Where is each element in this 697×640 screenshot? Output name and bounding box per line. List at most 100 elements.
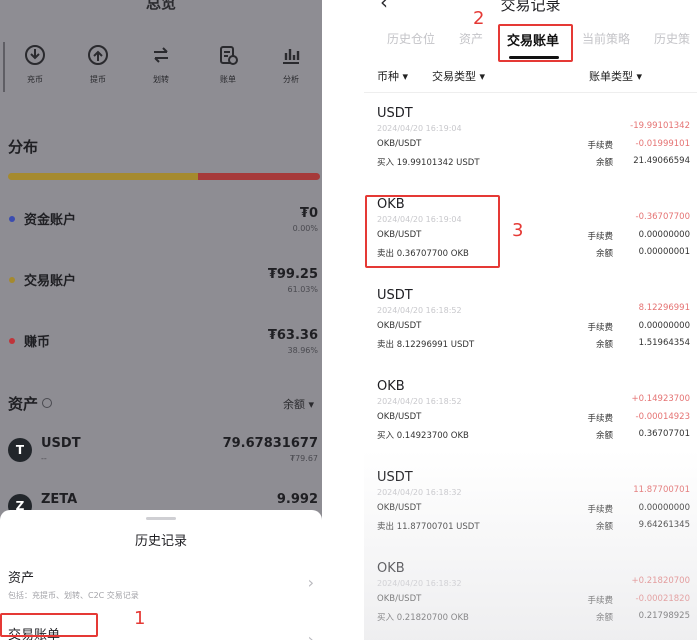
tab-position-history[interactable]: 历史仓位 bbox=[387, 30, 435, 47]
account-percent: 61.03% bbox=[287, 285, 318, 294]
tx-fee-label: 手续费 bbox=[587, 596, 613, 606]
distribution-segment-earn bbox=[198, 173, 320, 180]
tx-balance-label: 余额 bbox=[595, 340, 613, 350]
tab-assets[interactable]: 资产 bbox=[459, 30, 483, 47]
tx-action: 买入 19.99101342 USDT bbox=[377, 158, 480, 168]
asset-row-usdt[interactable]: T USDT -- 79.67831677 ₮79.67 bbox=[0, 436, 322, 482]
withdraw-button[interactable]: 提币 bbox=[73, 44, 123, 85]
tx-balance-value: 21.49066594 bbox=[633, 156, 690, 166]
analysis-button[interactable]: 分析 bbox=[266, 44, 316, 85]
account-name: 资金账户 bbox=[24, 213, 77, 228]
tx-currency: USDT bbox=[377, 106, 413, 121]
tx-fee-value: 0.00000000 bbox=[638, 503, 690, 513]
transaction-row[interactable]: OKB 2024/04/20 16:18:32 OKB/USDT 买入 0.21820… bbox=[364, 561, 697, 640]
highlight-box-step2 bbox=[498, 24, 573, 62]
tx-fee-label: 手续费 bbox=[587, 232, 613, 242]
account-name: 赚币 bbox=[24, 335, 51, 350]
asset-amount: 9.992 bbox=[276, 492, 318, 507]
tx-balance-label: 余额 bbox=[595, 158, 613, 168]
tx-balance-label: 余额 bbox=[595, 249, 613, 259]
transaction-row[interactable]: OKB 2024/04/20 16:18:52 OKB/USDT 买入 0.14923… bbox=[364, 379, 697, 464]
transaction-row[interactable]: USDT 2024/04/20 16:19:04 OKB/USDT 买入 19.991… bbox=[364, 106, 697, 191]
info-icon[interactable] bbox=[42, 398, 53, 408]
tx-action: 买入 0.14923700 OKB bbox=[377, 431, 469, 441]
tx-balance-value: 0.36707701 bbox=[638, 429, 690, 439]
bill-button[interactable]: 账单 bbox=[203, 44, 253, 85]
quick-actions: 充币 提币 划转 账单 分析 bbox=[0, 44, 322, 100]
tx-fee-value: 0.00000000 bbox=[638, 321, 690, 331]
sheet-drag-handle[interactable] bbox=[146, 517, 176, 520]
tab-current-strategies[interactable]: 当前策略 bbox=[582, 30, 630, 47]
divider bbox=[364, 92, 697, 93]
tx-change: 11.87700701 bbox=[633, 485, 690, 495]
overview-screen: 总览 充币 提币 划转 账单 分析 分布 资金账户 ₮0 0.00% 交易账户 … bbox=[0, 0, 322, 640]
sort-dropdown[interactable]: 余额 ▾ bbox=[283, 396, 314, 412]
tx-change: 8.12296991 bbox=[638, 303, 690, 313]
option-description: 包括：充提币、划转、C2C 交易记录 bbox=[8, 591, 139, 600]
tx-pair: OKB/USDT bbox=[377, 412, 422, 422]
tx-balance-label: 余额 bbox=[595, 613, 613, 623]
bill-type-filter[interactable]: 账单类型 ▾ bbox=[589, 68, 642, 84]
chevron-right-icon: › bbox=[307, 630, 314, 640]
account-earn[interactable]: 赚币 ₮63.36 38.96% bbox=[0, 328, 322, 371]
transfer-icon bbox=[154, 47, 168, 63]
transaction-row[interactable]: USDT 2024/04/20 16:18:52 OKB/USDT 卖出 8.1229… bbox=[364, 288, 697, 373]
tx-balance-value: 1.51964354 bbox=[638, 338, 690, 348]
account-percent: 0.00% bbox=[292, 224, 318, 233]
withdraw-label: 提币 bbox=[90, 75, 106, 84]
asset-symbol: USDT bbox=[41, 436, 81, 451]
account-amount: ₮0 bbox=[299, 206, 318, 221]
step-number-2: 2 bbox=[473, 8, 485, 29]
tab-strategy-history[interactable]: 历史策 bbox=[654, 30, 690, 47]
filter-bar: 币种 ▾ 交易类型 ▾ 账单类型 ▾ bbox=[364, 68, 697, 84]
tx-fee-label: 手续费 bbox=[587, 141, 613, 151]
assets-header: 资产 余额 ▾ bbox=[8, 393, 318, 413]
distribution-segment-trading bbox=[8, 173, 199, 180]
tx-currency: USDT bbox=[377, 288, 413, 303]
deposit-icon bbox=[25, 45, 45, 65]
tx-fee-label: 手续费 bbox=[587, 505, 613, 515]
transfer-label: 划转 bbox=[153, 75, 169, 84]
tx-pair: OKB/USDT bbox=[377, 139, 422, 149]
account-color-dot bbox=[9, 338, 15, 344]
trade-type-filter[interactable]: 交易类型 ▾ bbox=[432, 68, 485, 84]
tx-fee-value: -0.01999101 bbox=[635, 139, 690, 149]
tx-fee-label: 手续费 bbox=[587, 414, 613, 424]
option-label: 资产 bbox=[8, 571, 35, 586]
tx-timestamp: 2024/04/20 16:19:04 bbox=[377, 124, 462, 133]
tx-timestamp: 2024/04/20 16:18:32 bbox=[377, 488, 462, 497]
tx-balance-label: 余额 bbox=[595, 431, 613, 441]
tx-fee-label: 手续费 bbox=[587, 323, 613, 333]
transfer-button[interactable]: 划转 bbox=[136, 44, 186, 85]
tx-pair: OKB/USDT bbox=[377, 594, 422, 604]
deposit-button[interactable]: 充币 bbox=[10, 44, 60, 85]
transaction-row[interactable]: USDT 2024/04/20 16:18:32 OKB/USDT 卖出 11.877… bbox=[364, 470, 697, 555]
overview-title: 总览 bbox=[145, 0, 176, 12]
chevron-right-icon: › bbox=[307, 573, 314, 592]
history-option-assets[interactable]: 资产 包括：充提币、划转、C2C 交易记录 › bbox=[8, 567, 314, 607]
trade-records-screen: ‹ 交易记录 历史仓位 资产 交易账单 当前策略 历史策 币种 ▾ 交易类型 ▾… bbox=[364, 0, 697, 640]
currency-filter[interactable]: 币种 ▾ bbox=[377, 68, 408, 84]
tx-action: 卖出 11.87700701 USDT bbox=[377, 522, 480, 532]
bill-icon bbox=[220, 46, 238, 65]
highlight-box-step3 bbox=[365, 195, 500, 268]
tx-timestamp: 2024/04/20 16:18:52 bbox=[377, 306, 462, 315]
account-color-dot bbox=[9, 216, 15, 222]
account-trading[interactable]: 交易账户 ₮99.25 61.03% bbox=[0, 267, 322, 310]
distribution-title: 分布 bbox=[8, 138, 39, 156]
asset-symbol: ZETA bbox=[41, 492, 78, 507]
withdraw-icon bbox=[88, 45, 108, 65]
account-name: 交易账户 bbox=[24, 274, 77, 289]
account-color-dot bbox=[9, 277, 15, 283]
tx-change: +0.21820700 bbox=[631, 576, 691, 586]
account-funding[interactable]: 资金账户 ₮0 0.00% bbox=[0, 206, 322, 249]
asset-subtitle: -- bbox=[41, 454, 47, 463]
tx-fee-value: 0.00000000 bbox=[638, 230, 690, 240]
deposit-label: 充币 bbox=[27, 75, 43, 84]
account-percent: 38.96% bbox=[287, 346, 318, 355]
tx-fee-value: -0.00014923 bbox=[635, 412, 690, 422]
highlight-box-step1 bbox=[0, 613, 98, 637]
sheet-title: 历史记录 bbox=[134, 534, 187, 549]
page-title: 交易记录 bbox=[500, 0, 561, 14]
tx-change: -0.36707700 bbox=[635, 212, 690, 222]
